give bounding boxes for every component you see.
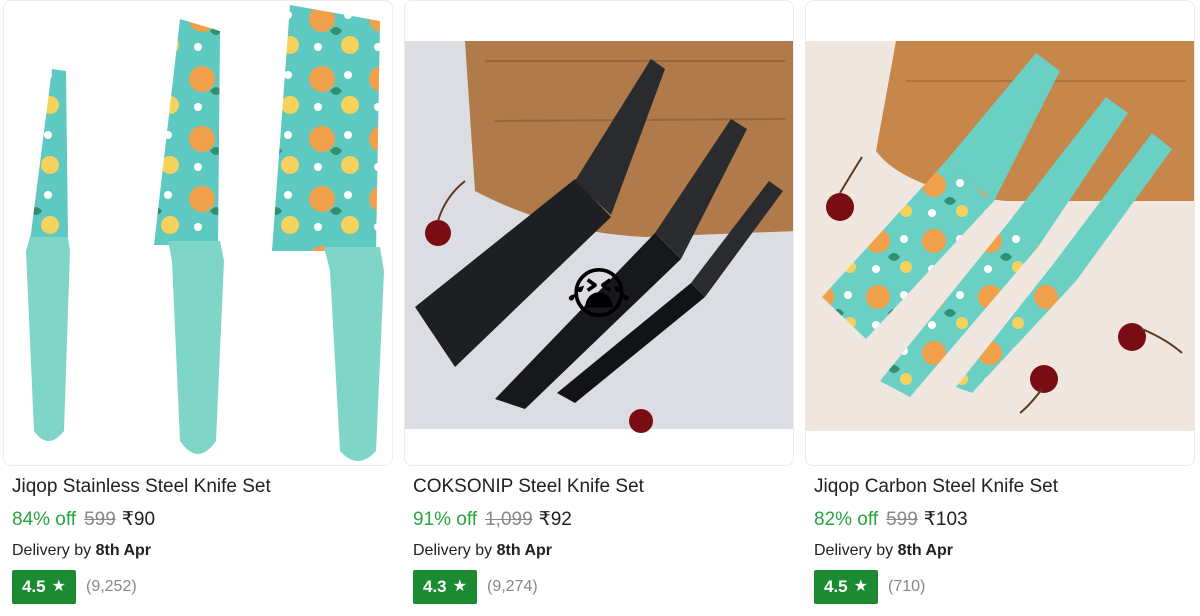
product-image-teal-floral-knives[interactable] [3,0,393,466]
product-grid: Jiqop Stainless Steel Knife Set 84% off 5… [0,0,1200,616]
selling-price: ₹92 [538,509,572,530]
discount-label: 91% off [413,509,478,530]
selling-price: ₹90 [121,509,156,530]
discount-label: 84% off [12,509,77,530]
delivery-info: Delivery by 8th Apr [814,542,953,560]
star-icon: ★ [51,578,66,595]
rating-count: (710) [887,578,926,595]
delivery-date: 8th Apr [95,542,151,559]
delivery-label: Delivery by [413,542,493,559]
price-row: 82% off 599 ₹103 [814,508,968,531]
rating-badge: 4.5 ★ [814,570,878,604]
product-title[interactable]: Jiqop Stainless Steel Knife Set [12,476,271,498]
star-icon: ★ [853,578,868,595]
product-image-teal-knives-on-board[interactable] [805,0,1195,466]
rating-count: (9,274) [486,578,538,595]
delivery-label: Delivery by [12,542,92,559]
mrp-price: 1,099 [485,509,533,530]
product-card[interactable]: Jiqop Carbon Steel Knife Set 82% off 599 ₹… [805,0,1195,616]
product-card[interactable]: 😭 COKSONIP Steel Knife Set 91% off 1,099 ₹… [404,0,794,616]
rating-row: 4.5 ★ (710) [814,570,925,604]
product-title[interactable]: Jiqop Carbon Steel Knife Set [814,476,1058,498]
delivery-info: Delivery by 8th Apr [12,542,151,560]
rating-badge: 4.3 ★ [413,570,477,604]
delivery-date: 8th Apr [496,542,552,559]
rating-row: 4.3 ★ (9,274) [413,570,538,604]
price-row: 91% off 1,099 ₹92 [413,508,572,531]
mrp-price: 599 [84,509,116,530]
delivery-info: Delivery by 8th Apr [413,542,552,560]
product-image-black-knives[interactable]: 😭 [404,0,794,466]
star-icon: ★ [452,578,467,595]
mrp-price: 599 [886,509,918,530]
rating-badge: 4.5 ★ [12,570,76,604]
rating-count: (9,252) [85,578,137,595]
rating-value: 4.5 [824,577,848,596]
delivery-label: Delivery by [814,542,894,559]
product-title[interactable]: COKSONIP Steel Knife Set [413,476,644,498]
selling-price: ₹103 [923,509,968,530]
rating-row: 4.5 ★ (9,252) [12,570,137,604]
crying-emoji-icon: 😭 [566,262,631,325]
delivery-date: 8th Apr [897,542,953,559]
rating-value: 4.3 [423,577,447,596]
discount-label: 82% off [814,509,879,530]
product-card[interactable]: Jiqop Stainless Steel Knife Set 84% off 5… [3,0,393,616]
price-row: 84% off 599 ₹90 [12,508,155,531]
rating-value: 4.5 [22,577,46,596]
